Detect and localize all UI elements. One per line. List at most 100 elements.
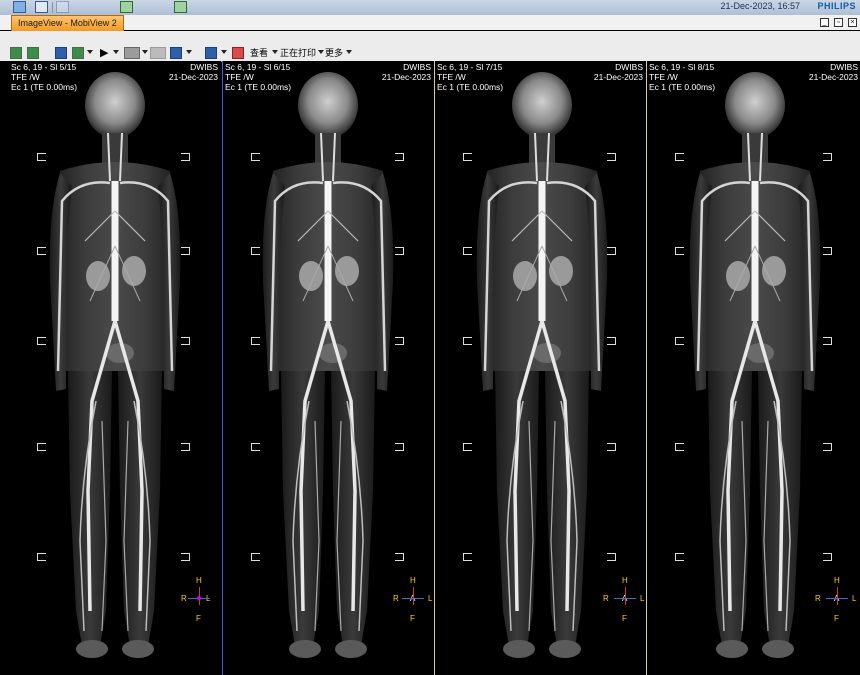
viewport-3[interactable]: Sc 6, 19 - Sl 7/15 TFE /W Ec 1 (TE 0.00m…	[434, 61, 646, 675]
transfer-icon[interactable]	[174, 1, 187, 13]
print-menu[interactable]: 正在打印	[280, 46, 316, 60]
print-dropdown-icon[interactable]	[318, 50, 324, 54]
restore-icon[interactable]: ▫	[834, 18, 843, 27]
grid-2-icon[interactable]	[27, 47, 39, 59]
series-info: Sc 6, 19 - Sl 6/15	[225, 62, 291, 72]
slice-marker	[37, 247, 46, 255]
edit-icon[interactable]	[205, 47, 217, 59]
system-bar: 21-Dec-2023, 16:57 PHILIPS	[0, 0, 860, 16]
slice-marker	[181, 153, 190, 161]
viewport-4[interactable]: Sc 6, 19 - Sl 8/15 TFE /W Ec 1 (TE 0.00m…	[646, 61, 860, 675]
sequence-info: TFE /W	[225, 72, 254, 82]
tools-icon[interactable]	[56, 1, 69, 13]
series-info: Sc 6, 19 - Sl 8/15	[649, 62, 715, 72]
toolbar-separator	[52, 2, 53, 13]
slice-marker	[37, 553, 46, 561]
protocol-info: DWIBS	[615, 62, 643, 72]
slice-marker	[463, 553, 472, 561]
slice-marker	[395, 337, 404, 345]
echo-info: Ec 1 (TE 0.00ms)	[225, 82, 292, 92]
slice-marker	[37, 443, 46, 451]
slice-marker	[181, 337, 190, 345]
close-icon[interactable]: ×	[848, 18, 857, 27]
slice-marker	[675, 553, 684, 561]
grid-1-icon[interactable]	[10, 47, 22, 59]
folder-icon[interactable]	[35, 1, 48, 13]
slice-marker	[675, 443, 684, 451]
slice-marker	[823, 153, 832, 161]
viewport-2[interactable]: Sc 6, 19 - Sl 6/15 TFE /W Ec 1 (TE 0.00m…	[222, 61, 434, 675]
minimize-icon[interactable]: _	[820, 18, 829, 27]
film-icon[interactable]	[124, 47, 140, 59]
slice-marker	[607, 553, 616, 561]
view-menu[interactable]: 查看	[250, 46, 268, 60]
echo-info: Ec 1 (TE 0.00ms)	[11, 82, 78, 92]
tab-imageview[interactable]: ImageView - MobiView 2	[11, 15, 124, 31]
slice-marker	[251, 337, 260, 345]
slice-marker	[607, 443, 616, 451]
echo-info: Ec 1 (TE 0.00ms)	[649, 82, 716, 92]
grid-4-icon[interactable]	[72, 47, 84, 59]
slice-marker	[395, 443, 404, 451]
slice-marker	[251, 443, 260, 451]
viewport-1[interactable]: Sc 6, 19 - Sl 5/15 TFE /W Ec 1 (TE 0.00m…	[9, 61, 221, 675]
monitor-icon[interactable]	[120, 1, 133, 13]
grid-3-icon[interactable]	[55, 47, 67, 59]
sequence-info: TFE /W	[649, 72, 678, 82]
pin-icon[interactable]	[170, 47, 182, 59]
edit-dropdown-icon[interactable]	[221, 50, 227, 54]
slice-marker	[675, 337, 684, 345]
protocol-info: DWIBS	[190, 62, 218, 72]
view-dropdown-icon[interactable]	[272, 50, 278, 54]
series-info: Sc 6, 19 - Sl 7/15	[437, 62, 503, 72]
slice-marker	[395, 247, 404, 255]
slice-marker	[823, 443, 832, 451]
tab-strip	[0, 15, 860, 30]
slice-marker	[251, 553, 260, 561]
slice-marker	[37, 153, 46, 161]
slice-marker	[181, 553, 190, 561]
slice-marker	[37, 337, 46, 345]
slice-marker	[823, 337, 832, 345]
exam-date: 21-Dec-2023	[168, 72, 218, 82]
exam-date: 21-Dec-2023	[381, 72, 431, 82]
slice-marker	[675, 153, 684, 161]
slice-marker	[463, 247, 472, 255]
slice-marker	[823, 247, 832, 255]
brand-logo: PHILIPS	[817, 1, 856, 11]
grid-dropdown-icon[interactable]	[87, 50, 93, 54]
slice-marker	[675, 247, 684, 255]
system-datetime: 21-Dec-2023, 16:57	[720, 1, 800, 11]
slice-marker	[181, 247, 190, 255]
slice-marker	[823, 553, 832, 561]
protocol-info: DWIBS	[403, 62, 431, 72]
play-icon[interactable]: ▶	[100, 46, 108, 60]
slice-marker	[463, 443, 472, 451]
slice-marker	[181, 443, 190, 451]
protocol-info: DWIBS	[830, 62, 858, 72]
slice-marker	[251, 153, 260, 161]
slice-marker	[607, 153, 616, 161]
echo-info: Ec 1 (TE 0.00ms)	[437, 82, 504, 92]
image-toolbar: ▶ 查看 正在打印 更多	[0, 31, 860, 62]
slice-marker	[607, 247, 616, 255]
slice-marker	[463, 337, 472, 345]
slice-marker	[607, 337, 616, 345]
slice-marker	[463, 153, 472, 161]
film-dropdown-icon[interactable]	[142, 50, 148, 54]
reset-icon[interactable]	[232, 47, 244, 59]
slice-marker	[395, 153, 404, 161]
pin-dropdown-icon[interactable]	[186, 50, 192, 54]
sequence-info: TFE /W	[437, 72, 466, 82]
layout-icon[interactable]	[13, 1, 26, 13]
slice-marker	[395, 553, 404, 561]
slice-marker	[251, 247, 260, 255]
exam-date: 21-Dec-2023	[593, 72, 643, 82]
more-menu[interactable]: 更多	[325, 46, 343, 60]
exam-date: 21-Dec-2023	[808, 72, 858, 82]
series-info: Sc 6, 19 - Sl 5/15	[11, 62, 77, 72]
more-dropdown-icon[interactable]	[346, 50, 352, 54]
play-dropdown-icon[interactable]	[113, 50, 119, 54]
measure-icon[interactable]	[150, 47, 166, 59]
sequence-info: TFE /W	[11, 72, 40, 82]
